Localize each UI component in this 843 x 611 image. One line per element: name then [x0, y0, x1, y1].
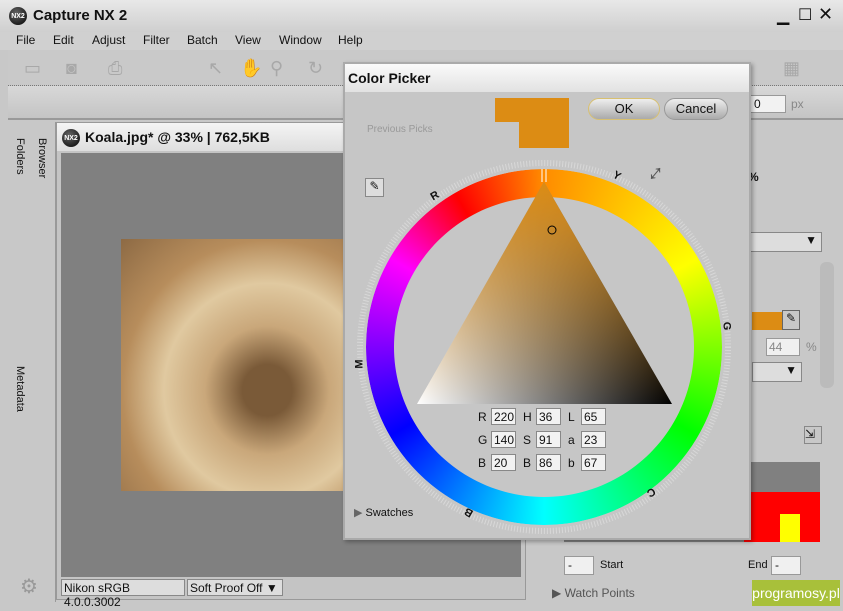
color-picker-dialog: Color Picker Previous Picks OK Cancel ✎ … — [343, 62, 751, 540]
watch-points-toggle[interactable]: ▶ Watch Points — [552, 586, 635, 600]
b-input[interactable]: 20 — [491, 454, 516, 471]
minimize-button[interactable]: ▁ — [777, 6, 789, 26]
swatches-toggle[interactable]: ▶ Swatches — [354, 506, 413, 519]
maximize-button[interactable]: ☐ — [798, 5, 812, 25]
menu-batch[interactable]: Batch — [187, 33, 218, 47]
soft-proof-label: Soft Proof Off — [190, 581, 263, 595]
rotate-icon[interactable]: ↻ — [308, 58, 323, 79]
h-input[interactable]: 36 — [536, 408, 561, 425]
app-title: Capture NX 2 — [33, 7, 128, 24]
crop-icon[interactable]: ▦ — [783, 58, 800, 79]
menu-edit[interactable]: Edit — [53, 33, 74, 47]
menu-view[interactable]: View — [235, 33, 261, 47]
menu-filter[interactable]: Filter — [143, 33, 170, 47]
h-label: H — [523, 410, 532, 424]
lab-b-input[interactable]: 67 — [581, 454, 606, 471]
arrow-tool-icon[interactable]: ↖ — [208, 58, 223, 79]
opacity-input[interactable]: 44 — [766, 338, 800, 356]
eyedropper-button[interactable]: ✎ — [782, 310, 800, 330]
s-label: S — [523, 433, 532, 447]
wheel-label-g: G — [720, 321, 733, 331]
koala-image — [121, 239, 346, 491]
menu-adjust[interactable]: Adjust — [92, 33, 125, 47]
lab-b-label: b — [568, 456, 575, 470]
watermark: programosy.pl — [752, 580, 840, 606]
unit-label: px — [791, 97, 804, 111]
menu-help[interactable]: Help — [338, 33, 363, 47]
tab-metadata[interactable]: Metadata — [14, 366, 26, 412]
expand-icon[interactable]: ⇲ — [804, 426, 822, 444]
l-input[interactable]: 65 — [581, 408, 606, 425]
brightness-label: B — [523, 456, 532, 470]
s-input[interactable]: 91 — [536, 431, 561, 448]
tab-browser[interactable]: Browser — [36, 138, 48, 178]
end-input[interactable]: - — [771, 556, 801, 575]
dropdown[interactable]: ▼ — [748, 232, 822, 252]
l-label: L — [568, 410, 575, 424]
left-tabs: Folders Browser Metadata ⚙ — [8, 122, 56, 602]
menu-file[interactable]: File — [16, 33, 35, 47]
brightness-input[interactable]: 86 — [536, 454, 561, 471]
title-bar: NX2 Capture NX 2 ▁ ☐ ✕ — [0, 0, 843, 32]
menu-window[interactable]: Window — [279, 33, 322, 47]
app-logo-icon: NX2 — [9, 7, 27, 25]
nx2-icon: NX2 — [62, 129, 80, 147]
opacity-percent: % — [806, 340, 817, 354]
watch-points-label: Watch Points — [564, 586, 635, 600]
start-input[interactable]: - — [564, 556, 594, 575]
status-bar: Nikon sRGB 4.0.0.3002 Soft Proof Off ▼ — [61, 579, 521, 609]
swatches-label: Swatches — [365, 507, 414, 519]
a-input[interactable]: 23 — [581, 431, 606, 448]
start-label: Start — [600, 559, 624, 571]
zoom-tool-icon[interactable]: ⚲ — [270, 58, 283, 79]
blend-dropdown[interactable]: ▼ — [752, 362, 802, 382]
close-button[interactable]: ✕ — [818, 4, 833, 25]
document-title: Koala.jpg* @ 33% | 762,5KB — [85, 129, 270, 145]
soft-proof-select[interactable]: Soft Proof Off ▼ — [187, 579, 283, 596]
color-swatch[interactable] — [752, 312, 782, 330]
size-input[interactable]: 0 — [750, 95, 786, 113]
hand-tool-icon[interactable]: ✋ — [240, 58, 262, 79]
end-label: End — [748, 559, 768, 571]
print-icon[interactable]: ⎙ — [108, 58, 122, 79]
b-label: B — [478, 456, 487, 470]
menu-bar: File Edit Adjust Filter Batch View Windo… — [0, 32, 843, 50]
scrollbar[interactable] — [820, 262, 834, 388]
g-label: G — [478, 433, 488, 447]
tab-folders[interactable]: Folders — [14, 138, 26, 175]
a-label: a — [568, 433, 575, 447]
g-input[interactable]: 140 — [491, 431, 516, 448]
histogram-yellow — [780, 514, 800, 542]
wheel-label-m: M — [353, 359, 366, 369]
r-label: R — [478, 410, 487, 424]
device-icon[interactable]: ▭ — [24, 58, 41, 79]
color-profile: Nikon sRGB 4.0.0.3002 — [61, 579, 185, 609]
camera-icon[interactable]: ◙ — [66, 58, 77, 79]
r-input[interactable]: 220 — [491, 408, 516, 425]
gear-icon[interactable]: ⚙ — [20, 574, 38, 599]
